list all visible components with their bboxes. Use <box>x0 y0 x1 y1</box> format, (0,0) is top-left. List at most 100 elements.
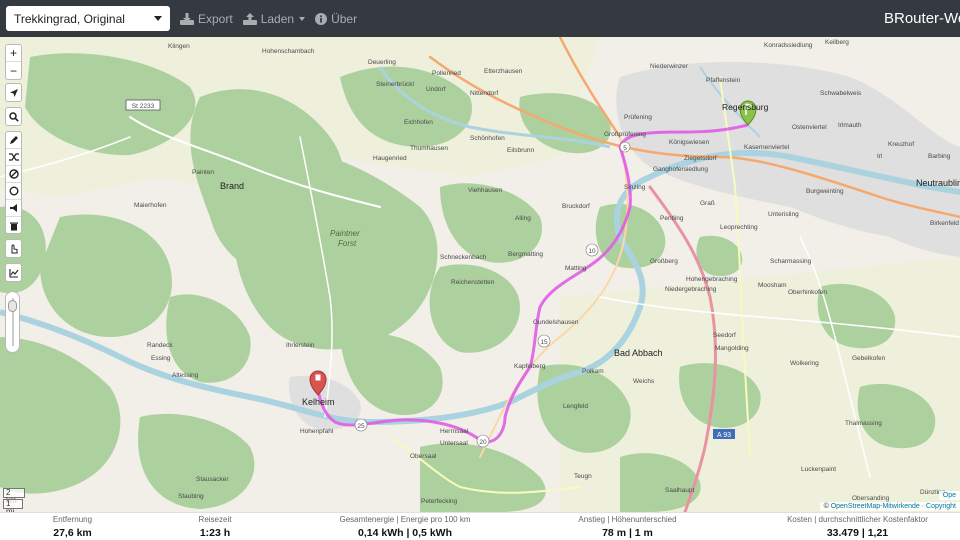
place-label: Wolkering <box>790 360 819 367</box>
place-label: Stausacker <box>196 476 229 483</box>
place-label: Luckenpaint <box>801 466 836 473</box>
svg-text:A 93: A 93 <box>717 432 731 439</box>
copyright-link[interactable]: Copyright <box>926 503 956 510</box>
place-label: Prüfening <box>624 114 652 121</box>
elevation-control <box>5 263 22 282</box>
stat-value: 33.479 | 1,21 <box>826 527 889 539</box>
stat-cost: Kosten | durchschnittlicher Kostenfaktor… <box>770 513 945 539</box>
place-label: Bad Abbach <box>614 348 663 358</box>
route-number-20: 20 <box>476 434 490 448</box>
place-label: Kasernenviertel <box>744 144 790 151</box>
routing-profile-select[interactable]: Trekkingrad, Original <box>6 6 170 31</box>
stat-value: 78 m | 1 m <box>602 527 653 539</box>
location-arrow-icon <box>9 88 18 97</box>
place-label: Birkenfeld <box>930 220 959 227</box>
place-label: Matting <box>565 265 587 272</box>
place-label: Kelheim <box>302 397 335 407</box>
place-label: Kreuzhof <box>888 141 914 148</box>
place-label: Ostenviertel <box>792 124 827 131</box>
route-tools-control <box>5 131 22 234</box>
scale-bar-mi: 1 mi <box>3 499 23 512</box>
place-label: Graß <box>700 200 715 207</box>
place-label: Ihrlerstein <box>286 342 315 349</box>
place-label: Ziegetsdorf <box>684 155 717 162</box>
place-label: Maierhofen <box>134 202 167 209</box>
zoom-control: + − <box>5 44 22 80</box>
place-label: Obersanding <box>852 495 890 502</box>
search-control <box>5 107 22 126</box>
zoom-in-button[interactable]: + <box>6 45 21 62</box>
place-label: Haugenried <box>373 155 407 162</box>
map-canvas[interactable]: St 2233 A 93 5 10 15 20 25 Klingen Hohen… <box>0 37 960 512</box>
slider-handle[interactable] <box>8 300 17 312</box>
place-label: Brand <box>220 181 244 191</box>
place-label: Konradssiedlung <box>764 42 813 49</box>
ban-icon <box>8 169 19 179</box>
forest-label: Paintner <box>330 229 360 238</box>
osm-contributors-link[interactable]: OpenStreetMap-Mitwirkende <box>831 503 920 510</box>
svg-text:5: 5 <box>623 145 627 152</box>
stat-value: 0,14 kWh | 0,5 kWh <box>358 527 452 539</box>
place-label: Nittendorf <box>470 90 498 97</box>
search-button[interactable] <box>6 108 21 125</box>
place-label: Herrnsaal <box>440 428 469 435</box>
route-number-5: 5 <box>619 141 631 153</box>
draw-circle-button[interactable] <box>6 183 21 200</box>
opacity-slider[interactable] <box>5 291 20 353</box>
place-label: Undorf <box>426 86 446 93</box>
map-view[interactable]: St 2233 A 93 5 10 15 20 25 Klingen Hohen… <box>0 37 960 512</box>
load-dropdown[interactable]: Laden <box>242 11 306 26</box>
route-number-15: 15 <box>537 334 551 348</box>
place-label: Painten <box>192 169 214 176</box>
place-label: Randeck <box>147 342 173 349</box>
load-label: Laden <box>260 11 295 26</box>
place-label: Oberhinkofen <box>788 289 827 296</box>
download-icon <box>180 12 194 25</box>
place-label: Scharmassing <box>770 258 812 265</box>
route-number-10: 10 <box>585 243 599 257</box>
scale-bar-km: 2 km <box>3 488 25 505</box>
place-label: Untersaal <box>440 440 468 447</box>
draw-route-button[interactable] <box>6 132 21 149</box>
route-stats-bar: Entfernung 27,6 km Reisezeit 1:23 h Gesa… <box>0 512 960 540</box>
place-label: Hohenschambach <box>262 48 315 55</box>
place-label: Staubing <box>178 493 204 500</box>
place-label: Klingen <box>168 43 190 50</box>
place-label: Niedergebraching <box>665 286 717 293</box>
elevation-profile-button[interactable] <box>6 264 21 281</box>
attribution-link-top[interactable]: Ope <box>938 491 960 500</box>
svg-text:10: 10 <box>588 248 596 255</box>
hand-pointer-icon <box>11 244 17 253</box>
place-label: Unterisling <box>768 211 799 218</box>
zoom-out-button[interactable]: − <box>6 62 21 79</box>
place-label: Pentling <box>660 215 684 222</box>
nogo-area-button[interactable] <box>6 166 21 183</box>
stat-label: Reisezeit <box>198 515 232 524</box>
map-attribution: © OpenStreetMap-Mitwirkende · Copyright <box>819 502 960 511</box>
about-button[interactable]: Über <box>315 12 357 26</box>
delete-route-button[interactable] <box>6 217 21 234</box>
place-label: Viehhausen <box>468 187 503 194</box>
route-number-25: 25 <box>354 418 368 432</box>
export-button[interactable]: Export <box>180 12 233 26</box>
circle-icon <box>9 186 18 196</box>
reverse-route-button[interactable] <box>6 149 21 166</box>
place-label: Gebelkofen <box>852 355 886 362</box>
locate-button[interactable] <box>6 84 21 101</box>
place-label: Pfaffenstein <box>706 77 741 84</box>
poi-button[interactable] <box>6 200 21 217</box>
svg-text:St 2233: St 2233 <box>132 103 155 110</box>
place-label: Lengfeld <box>563 403 588 410</box>
place-label: Leoprechting <box>720 224 758 231</box>
svg-text:15: 15 <box>540 339 548 346</box>
undo-control <box>5 239 22 258</box>
place-label: Moosham <box>758 282 787 289</box>
place-label: Altessing <box>172 372 199 379</box>
place-label: Königswiesen <box>669 139 709 146</box>
place-label: Regensburg <box>722 102 769 112</box>
road-shield-st2233: St 2233 <box>125 99 161 111</box>
place-label: Hohenpfahl <box>300 428 334 435</box>
minus-icon: − <box>9 63 17 78</box>
stat-value: 1:23 h <box>199 527 231 539</box>
undo-button[interactable] <box>6 240 21 257</box>
